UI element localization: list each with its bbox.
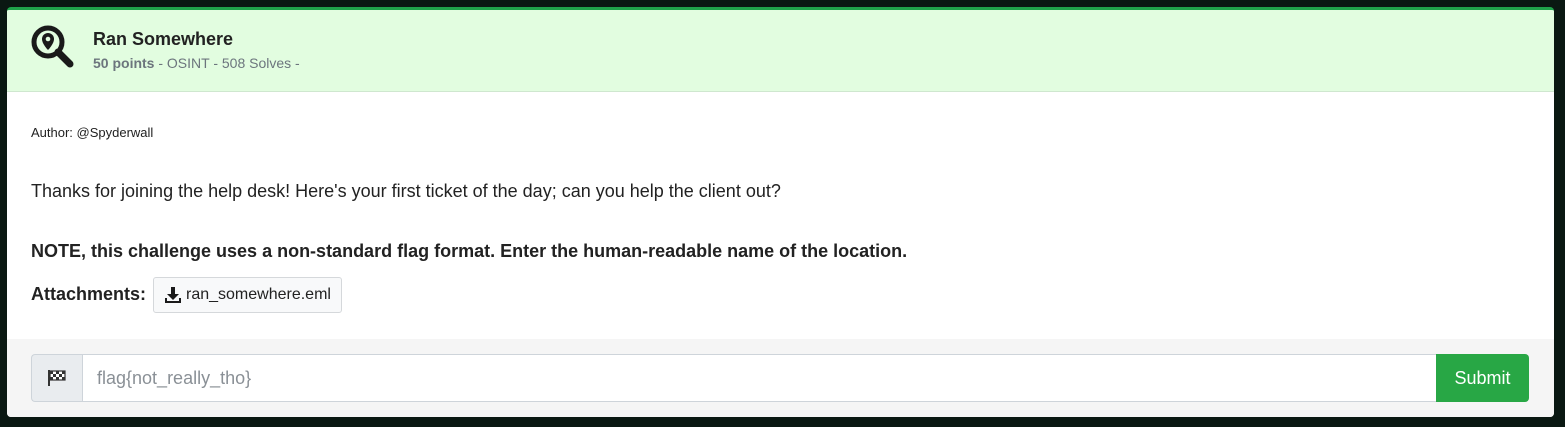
challenge-category-solves: - OSINT - 508 Solves - [154, 55, 300, 71]
challenge-header: Ran Somewhere 50 points - OSINT - 508 So… [7, 10, 1554, 92]
flag-submit-form: Submit [7, 339, 1554, 417]
flag-input-prefix [31, 354, 82, 402]
flag-input[interactable] [82, 354, 1437, 402]
checkered-flag-icon [47, 369, 67, 387]
challenge-body: Author: @Spyderwall Thanks for joining t… [7, 92, 1554, 342]
challenge-description: Thanks for joining the help desk! Here's… [31, 181, 781, 201]
attachments-label: Attachments: [31, 284, 147, 304]
challenge-meta: 50 points - OSINT - 508 Solves - [93, 55, 300, 71]
attachment-download-button[interactable]: ran_somewhere.eml [153, 277, 342, 313]
challenge-note: NOTE, this challenge uses a non-standard… [31, 241, 908, 261]
download-icon [164, 286, 182, 304]
submit-button[interactable]: Submit [1436, 354, 1529, 402]
challenge-card: Ran Somewhere 50 points - OSINT - 508 So… [7, 7, 1554, 417]
challenge-author: Author: @Spyderwall [31, 125, 154, 140]
attachment-filename: ran_somewhere.eml [186, 286, 331, 303]
map-search-icon [29, 24, 75, 70]
challenge-points: 50 points [93, 55, 155, 71]
challenge-title: Ran Somewhere [93, 29, 234, 49]
